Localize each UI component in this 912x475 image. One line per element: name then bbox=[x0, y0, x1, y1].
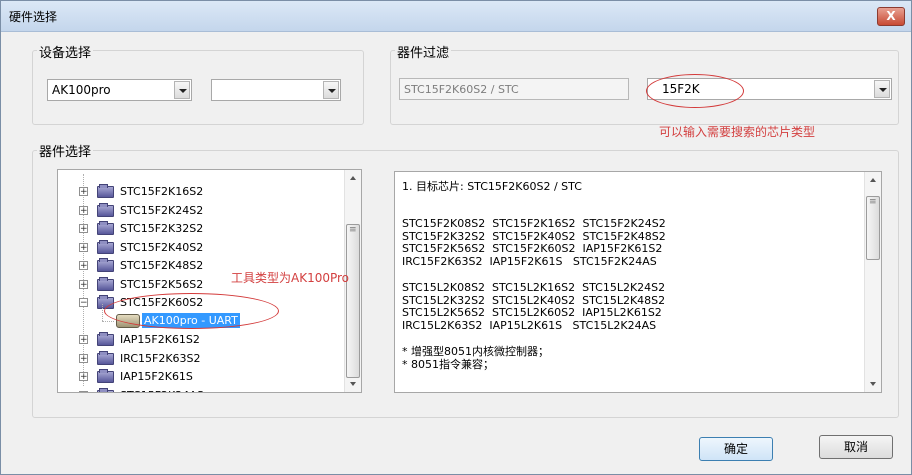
tree-connector-line bbox=[102, 320, 114, 322]
device-combo[interactable]: AK100pro bbox=[47, 79, 192, 101]
tree-item-label: STC15F2K40S2 bbox=[120, 240, 204, 254]
scroll-down-icon[interactable] bbox=[865, 376, 881, 392]
device-select-label: 设备选择 bbox=[37, 42, 94, 61]
expand-icon[interactable]: + bbox=[79, 205, 88, 215]
chevron-down-icon[interactable] bbox=[174, 81, 190, 99]
filter-highlight-ellipse bbox=[646, 74, 744, 108]
title-bar[interactable]: 硬件选择 X bbox=[1, 1, 911, 32]
expand-icon[interactable]: + bbox=[79, 353, 88, 363]
expand-icon[interactable]: + bbox=[79, 335, 88, 345]
tree-item-label: IAP15F2K61S bbox=[120, 370, 193, 383]
tree-item[interactable]: + IAP15F2K61S bbox=[58, 367, 348, 385]
description-line: STC15L2K32S2 STC15L2K40S2 STC15L2K48S2 bbox=[402, 293, 666, 307]
expand-icon[interactable]: + bbox=[79, 372, 88, 382]
scroll-down-icon[interactable] bbox=[345, 376, 361, 392]
description-scrollbar[interactable] bbox=[864, 172, 881, 392]
scroll-thumb[interactable] bbox=[866, 196, 880, 260]
tree-item[interactable]: + IRC15F2K63S2 bbox=[58, 349, 348, 367]
description-line: * 8051指令兼容； bbox=[402, 357, 494, 371]
window-title: 硬件选择 bbox=[9, 10, 58, 24]
tree-item[interactable]: + STC15F2K24AS bbox=[58, 386, 348, 393]
folder-icon bbox=[97, 258, 114, 272]
device-combo-value: AK100pro bbox=[52, 83, 111, 97]
close-button[interactable]: X bbox=[877, 7, 905, 26]
expand-icon[interactable]: + bbox=[79, 261, 88, 271]
tool-type-annotation: 工具类型为AK100Pro bbox=[231, 271, 350, 285]
tree-item-label: STC15F2K16S2 bbox=[120, 185, 204, 198]
collapse-icon[interactable]: − bbox=[79, 298, 88, 308]
tool-highlight-ellipse bbox=[104, 293, 279, 329]
tree-item[interactable]: + IAP15F2K61S2 bbox=[58, 330, 348, 348]
description-line: STC15L2K08S2 STC15L2K16S2 STC15L2K24S2 bbox=[402, 280, 666, 294]
filter-annotation: 可以输入需要搜索的芯片类型 bbox=[659, 125, 816, 139]
description-line: IRC15L2K63S2 IAP15L2K61S STC15L2K24AS bbox=[402, 319, 657, 333]
tree-item-label: STC15F2K24AS bbox=[120, 389, 204, 393]
folder-icon bbox=[97, 387, 114, 392]
dialog-body: 设备选择 AK100pro 器件过滤 STC15F2K60S2 / STC 15… bbox=[1, 32, 911, 474]
description-line: STC15L2K56S2 STC15L2K60S2 IAP15L2K61S2 bbox=[402, 306, 662, 320]
folder-icon bbox=[97, 221, 114, 235]
tree-item-label: IAP15F2K61S2 bbox=[120, 333, 200, 346]
folder-icon bbox=[97, 332, 114, 346]
chevron-down-icon[interactable] bbox=[323, 81, 339, 99]
expand-icon[interactable]: + bbox=[79, 242, 88, 252]
hardware-select-dialog: 硬件选择 X 设备选择 AK100pro 器件过滤 STC15F2K60S2 /… bbox=[0, 0, 912, 475]
tree-connector-line bbox=[102, 303, 103, 321]
description-line: IRC15F2K63S2 IAP15F2K61S STC15F2K24AS bbox=[402, 255, 657, 269]
selected-device-text: STC15F2K60S2 / STC bbox=[404, 83, 519, 96]
tree-item[interactable]: + STC15F2K32S2 bbox=[58, 219, 348, 237]
tree-item[interactable]: + STC15F2K24S2 bbox=[58, 201, 348, 219]
cancel-button[interactable]: 取消 bbox=[819, 435, 893, 459]
scroll-up-icon[interactable] bbox=[865, 172, 881, 188]
chevron-down-icon[interactable] bbox=[874, 80, 890, 98]
description-line: STC15F2K08S2 STC15F2K16S2 STC15F2K24S2 bbox=[402, 216, 666, 230]
folder-icon bbox=[97, 202, 114, 217]
tree-item-label: STC15F2K24S2 bbox=[120, 203, 204, 217]
expand-icon[interactable]: + bbox=[79, 390, 88, 392]
device-select-group: 设备选择 AK100pro bbox=[32, 42, 364, 125]
folder-icon bbox=[97, 350, 114, 365]
filter-group: 器件过滤 STC15F2K60S2 / STC 15F2K bbox=[390, 42, 899, 125]
filter-label: 器件过滤 bbox=[395, 42, 452, 61]
ok-button[interactable]: 确定 bbox=[699, 437, 773, 461]
tree-item[interactable]: + STC15F2K16S2 bbox=[58, 182, 348, 200]
folder-icon bbox=[97, 239, 114, 254]
folder-icon bbox=[97, 184, 114, 198]
device-port-combo[interactable] bbox=[211, 79, 341, 101]
description-line: STC15F2K32S2 STC15F2K40S2 STC15F2K48S2 bbox=[402, 229, 666, 243]
folder-icon bbox=[97, 369, 114, 383]
folder-icon bbox=[97, 276, 114, 291]
chip-select-label: 器件选择 bbox=[37, 141, 94, 160]
scroll-up-icon[interactable] bbox=[345, 170, 361, 186]
description-line: * 增强型8051内核微控制器； bbox=[402, 344, 549, 358]
selected-device-field: STC15F2K60S2 / STC bbox=[399, 78, 629, 100]
chip-description[interactable]: 1. 目标芯片: STC15F2K60S2 / STC STC15F2K08S2 … bbox=[394, 171, 882, 393]
scroll-thumb[interactable] bbox=[346, 224, 360, 378]
tree-item[interactable]: + STC15F2K40S2 bbox=[58, 238, 348, 256]
expand-icon[interactable]: + bbox=[79, 279, 88, 289]
description-line: STC15F2K56S2 STC15F2K60S2 IAP15F2K61S2 bbox=[402, 242, 663, 256]
expand-icon[interactable]: + bbox=[79, 224, 88, 234]
tree-item-label: STC15F2K56S2 bbox=[120, 277, 204, 291]
tree-item-label: IRC15F2K63S2 bbox=[120, 351, 201, 365]
description-line: 1. 目标芯片: STC15F2K60S2 / STC bbox=[402, 180, 582, 193]
tree-item-label: STC15F2K48S2 bbox=[120, 259, 204, 272]
expand-icon[interactable]: + bbox=[79, 187, 88, 197]
tree-item-label: STC15F2K32S2 bbox=[120, 222, 204, 235]
